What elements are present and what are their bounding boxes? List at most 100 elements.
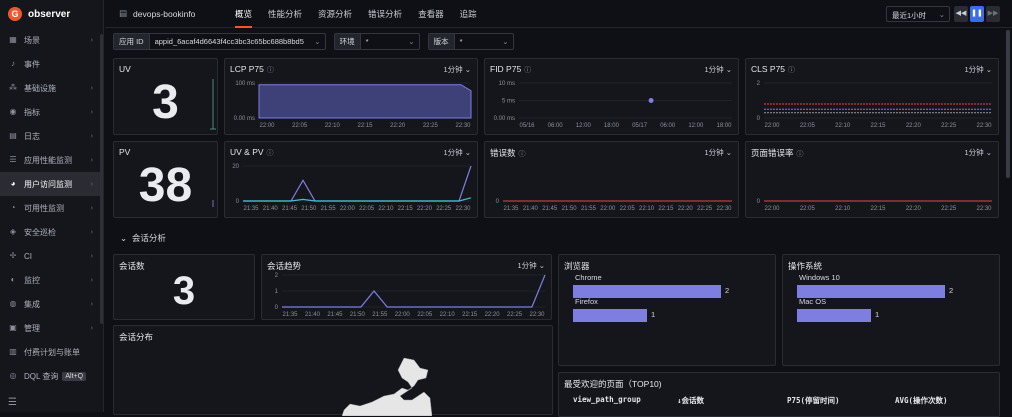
x-tick-label: 22:30 xyxy=(455,123,471,129)
rewind-icon[interactable]: ◀◀ xyxy=(954,6,968,22)
x-tick-label: 22:10 xyxy=(835,206,851,212)
section-label: 会话分析 xyxy=(131,233,166,243)
tab-2[interactable]: 资源分析 xyxy=(310,0,360,28)
tab-3[interactable]: 错误分析 xyxy=(360,0,410,28)
sidebar-item-6[interactable]: ◕ 用户访问监测 › xyxy=(0,172,103,196)
env-filter[interactable]: 环境 * ⌄ xyxy=(333,33,420,50)
x-tick-label: 21:45 xyxy=(542,206,558,212)
sidebar-item-12[interactable]: ▣ 管理 › xyxy=(0,316,103,340)
chevron-right-icon: › xyxy=(90,300,93,308)
errors-chart: 021:35 21:40 21:45 21:50 21:55 22:00 22:05 22:1… xyxy=(496,199,733,212)
x-tick-label: 22:00 xyxy=(259,123,275,129)
x-tick-label: 22:20 xyxy=(906,206,922,212)
x-tick-label: 22:15 xyxy=(870,206,886,212)
sidebar-item-9[interactable]: ✢ CI › xyxy=(0,244,103,268)
version-filter[interactable]: 版本 * ⌄ xyxy=(427,33,514,50)
x-tick-label: 22:05 xyxy=(620,206,636,212)
chevron-right-icon: › xyxy=(90,36,93,44)
forward-icon[interactable]: ▶▶ xyxy=(986,6,1000,22)
x-tick-label: 22:25 xyxy=(697,206,713,212)
x-tick-label: 22:25 xyxy=(941,206,957,212)
app-id-filter[interactable]: 应用 ID appid_6acaf4d6643f4cc3bc3c65bc688b… xyxy=(113,33,326,50)
x-tick-label: 21:50 xyxy=(562,206,578,212)
x-tick-label: 12:00 xyxy=(576,123,592,129)
fid-card: FID P75 ⓘ 1分钟 ⌄ 10 ms 5 ms 0.00 ms 05/16 06:0… xyxy=(484,58,739,135)
apm-icon: ☰ xyxy=(9,155,17,164)
pv-value: 38 xyxy=(138,159,193,212)
version-text: * xyxy=(459,37,463,46)
col-avg-actions[interactable]: AVG(操作次数) xyxy=(895,395,995,406)
shield-icon: ◈ xyxy=(9,227,17,236)
tab-0[interactable]: 概览 xyxy=(227,0,260,28)
session-dist-title: 会话分布 xyxy=(119,332,154,342)
bar-row[interactable]: Chrome 2 xyxy=(573,273,729,298)
sidebar-item-4[interactable]: ▤ 日志 › xyxy=(0,124,103,148)
collapse-sidebar-icon[interactable]: ☰ xyxy=(8,397,17,408)
sidebar-item-5[interactable]: ☰ 应用性能监测 › xyxy=(0,148,103,172)
sidebar-item-7[interactable]: ◔ 可用性监测 › xyxy=(0,196,103,220)
cls-card: CLS P75 ⓘ 1分钟 ⌄ 2 0 22:00 22:05 22:10 22:15 22:… xyxy=(745,58,999,135)
app-id-label: 应用 ID xyxy=(114,34,150,49)
session-section-toggle[interactable]: ⌄ 会话分析 xyxy=(120,232,166,244)
sidebar-item-8[interactable]: ◈ 安全巡检 › xyxy=(0,220,103,244)
sidebar-item-13[interactable]: ▥ 付费计划与账单 xyxy=(0,340,103,364)
sidebar-item-label: 监控 xyxy=(24,275,40,285)
x-tick-label: 22:00 xyxy=(764,123,780,129)
chevron-right-icon: › xyxy=(90,228,93,236)
tab-4[interactable]: 查看器 xyxy=(410,0,452,28)
app-selector[interactable]: ▤ devops-bookinfo xyxy=(105,8,227,19)
sidebar-item-label: 可用性监测 xyxy=(24,203,64,213)
sidebar-item-3[interactable]: ◉ 指标 › xyxy=(0,100,103,124)
x-tick-label: 22:20 xyxy=(485,312,501,318)
sidebar-item-10[interactable]: ◐ 监控 › xyxy=(0,268,103,292)
sidebar-scrollbar[interactable] xyxy=(100,34,103,324)
cls-chart: 2 022:00 22:05 22:10 22:15 22:20 22:25 22:30 xyxy=(757,81,993,129)
session-count-value: 3 xyxy=(172,269,196,313)
uv-title: UV xyxy=(119,64,131,74)
sidebar-item-14[interactable]: ◎ DQL 查询 Alt+Q xyxy=(0,364,103,388)
bar-row[interactable]: Mac OS 1 xyxy=(797,297,879,322)
x-tick-label: 22:25 xyxy=(507,312,523,318)
x-tick-label: 21:35 xyxy=(243,206,259,212)
app-icon: ▤ xyxy=(119,8,128,18)
x-tick-label: 22:30 xyxy=(976,123,992,129)
x-tick-label: 22:20 xyxy=(678,206,694,212)
sidebar-item-11[interactable]: ◍ 集成 › xyxy=(0,292,103,316)
sidebar-item-1[interactable]: ♪ 事件 xyxy=(0,52,103,76)
x-tick-label: 21:55 xyxy=(581,206,597,212)
col-sessions[interactable]: ↓会话数 xyxy=(677,395,787,406)
series-line xyxy=(243,165,472,202)
x-tick-label: 22:00 xyxy=(764,206,780,212)
app-id-value: appid_6acaf4d6643f4cc3bc3c65bc688b8bd5 ⌄ xyxy=(150,34,325,49)
os-card: 操作系统 Windows 10 2 Mac OS 1 xyxy=(782,254,1000,366)
x-tick-label: 22:10 xyxy=(639,206,655,212)
time-range-select[interactable]: 最近1小时 ⌄ xyxy=(886,6,950,22)
bar-value: 1 xyxy=(875,309,880,319)
sidebar-item-label: 日志 xyxy=(24,131,40,141)
rum-icon: ◕ xyxy=(10,179,16,188)
main-scrollbar[interactable] xyxy=(1006,30,1010,178)
col-p75-duration[interactable]: P75(停留时间) xyxy=(787,395,895,406)
logo-text: observer xyxy=(28,8,71,20)
x-tick-label: 22:05 xyxy=(292,123,308,129)
bar-row[interactable]: Firefox 1 xyxy=(573,297,655,322)
shortcut-badge: Alt+Q xyxy=(62,371,87,381)
y-tick-label: 0 xyxy=(236,199,240,205)
sidebar-item-2[interactable]: ⁂ 基础设施 › xyxy=(0,76,103,100)
sidebar-item-label: 付费计划与账单 xyxy=(24,347,80,357)
col-view-path[interactable]: view_path_group xyxy=(559,395,677,406)
pause-icon[interactable]: ❚❚ xyxy=(970,6,984,22)
sidebar: G observer ▦ 场景 › ♪ 事件 ⁂ 基础设施 › ◉ 指标 › ▤ 日志 › ☰ 应用性能监测 ›… xyxy=(0,0,104,412)
x-tick-label: 21:50 xyxy=(350,312,366,318)
x-tick-label: 21:40 xyxy=(263,206,279,212)
infra-icon: ⁂ xyxy=(9,83,17,92)
tab-1[interactable]: 性能分析 xyxy=(260,0,310,28)
chevron-down-icon: ⌄ xyxy=(314,37,321,46)
chevron-right-icon: › xyxy=(90,84,93,92)
logo[interactable]: G observer xyxy=(0,0,103,28)
sidebar-item-0[interactable]: ▦ 场景 › xyxy=(0,28,103,52)
chevron-right-icon: › xyxy=(90,156,93,164)
x-tick-label: 06:00 xyxy=(548,123,564,129)
tab-5[interactable]: 追踪 xyxy=(452,0,485,28)
bar-row[interactable]: Windows 10 2 xyxy=(797,273,953,298)
